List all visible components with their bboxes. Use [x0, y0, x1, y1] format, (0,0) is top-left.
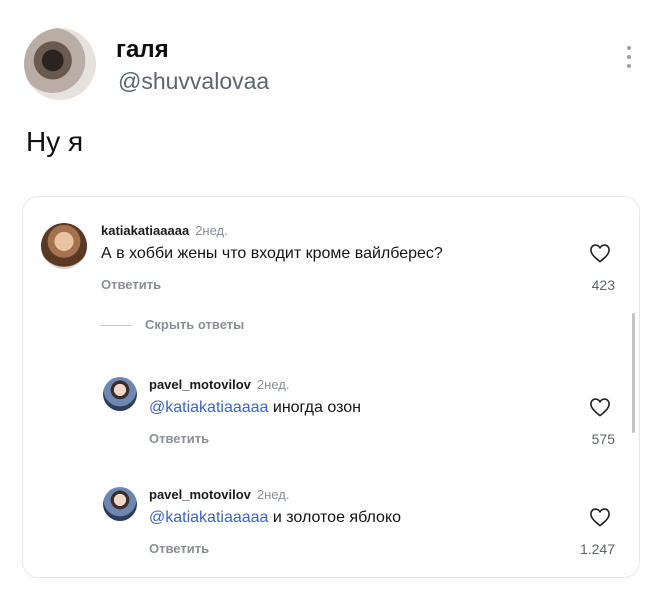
- author-handle[interactable]: @shuvvalovaa: [118, 68, 269, 95]
- comment-text: А в хобби жены что входит кроме вайлбере…: [101, 245, 443, 262]
- author-avatar[interactable]: [24, 28, 96, 100]
- heart-icon[interactable]: [589, 243, 611, 263]
- comment-username[interactable]: katiakatiaaaaa 2нед.: [101, 223, 228, 238]
- comment-text: @katiakatiaaaaa иногда озон: [149, 399, 361, 417]
- like-count: 575: [591, 431, 615, 447]
- divider-line: [101, 325, 131, 327]
- heart-icon[interactable]: [589, 397, 611, 417]
- reply-comment: pavel_motovilov 2нед. @katiakatiaaaaa и з…: [23, 485, 639, 565]
- comment-time: 2нед.: [256, 487, 290, 502]
- commenter-avatar[interactable]: [103, 487, 137, 521]
- commenter-avatar[interactable]: [103, 377, 137, 411]
- commenter-avatar[interactable]: [41, 223, 87, 269]
- comment-username[interactable]: pavel_motovilov 2нед.: [149, 377, 289, 392]
- tweet-header: галя @shuvvalovaa: [24, 28, 644, 108]
- comments-card: katiakatiaaaaa 2нед. А в хобби жены что в…: [22, 196, 640, 578]
- comment-text: @katiakatiaaaaa и золотое яблоко: [149, 509, 401, 527]
- mention-link[interactable]: @katiakatiaaaaa: [149, 509, 268, 526]
- comment-text-body: и золотое яблоко: [268, 509, 402, 526]
- reply-button[interactable]: Ответить: [149, 431, 209, 446]
- reply-button[interactable]: Ответить: [101, 277, 161, 292]
- hide-replies-label[interactable]: Скрыть ответы: [145, 317, 244, 332]
- reply-comment: pavel_motovilov 2нед. @katiakatiaaaaa ино…: [23, 375, 639, 455]
- comment-username[interactable]: pavel_motovilov 2нед.: [149, 487, 289, 502]
- heart-icon[interactable]: [589, 507, 611, 527]
- like-count: 1.247: [579, 541, 615, 557]
- comment-username-text: pavel_motovilov: [149, 377, 251, 392]
- mention-link[interactable]: @katiakatiaaaaa: [149, 399, 268, 416]
- comment-time: 2нед.: [195, 223, 228, 238]
- scrollbar[interactable]: [632, 313, 635, 433]
- tweet-text: Ну я: [26, 126, 84, 157]
- hide-replies-toggle[interactable]: Скрыть ответы: [101, 317, 244, 332]
- like-count: 423: [591, 277, 615, 293]
- comment-text-body: иногда озон: [268, 399, 361, 416]
- comment-username-text: katiakatiaaaaa: [101, 223, 190, 238]
- more-vertical-icon[interactable]: [626, 46, 632, 72]
- comment-main: katiakatiaaaaa 2нед. А в хобби жены что в…: [23, 219, 639, 299]
- reply-button[interactable]: Ответить: [149, 541, 209, 556]
- author-name[interactable]: галя: [116, 36, 169, 64]
- comment-username-text: pavel_motovilov: [149, 487, 251, 502]
- comment-time: 2нед.: [256, 377, 290, 392]
